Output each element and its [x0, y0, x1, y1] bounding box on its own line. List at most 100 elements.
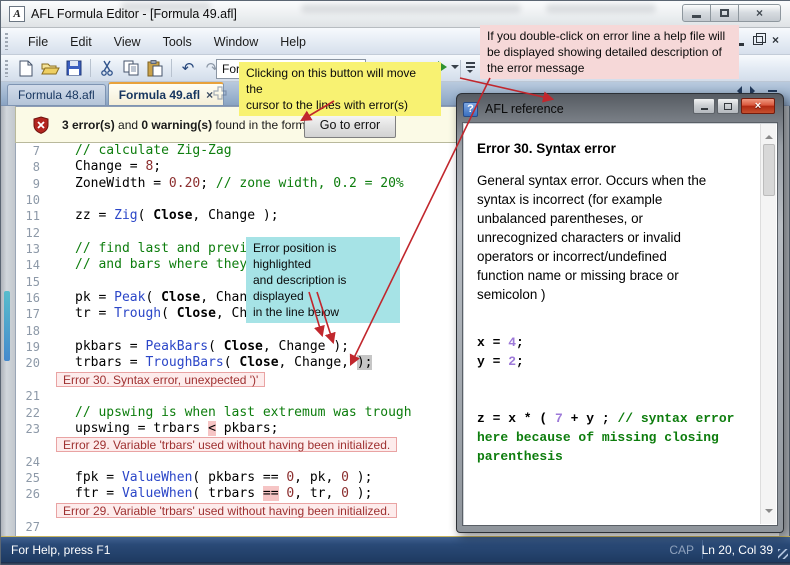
close-button[interactable]: × — [739, 4, 781, 22]
error-shield-icon — [32, 116, 50, 134]
glass-blur-decor — [301, 4, 521, 13]
title-bar: A AFL Formula Editor - [Formula 49.afl] … — [1, 1, 790, 28]
open-folder-icon — [41, 61, 60, 76]
undo-icon: ↶ — [182, 61, 195, 76]
code-text: zz = Zig( Close, Change ); — [75, 208, 279, 223]
line-number: 23 — [16, 421, 40, 437]
menu-items: FileEditViewToolsWindowHelp — [17, 28, 317, 55]
undo-button[interactable]: ↶ — [177, 58, 199, 78]
callout-double-click-help: If you double-click on error line a help… — [480, 25, 739, 79]
toolbar-grip[interactable] — [5, 33, 8, 50]
minimize-button[interactable] — [682, 4, 711, 22]
line-number: 25 — [16, 470, 40, 486]
menu-item-file[interactable]: File — [17, 35, 59, 49]
caps-lock-indicator: CAP — [669, 543, 694, 557]
line-number: 13 — [16, 241, 40, 257]
menu-item-view[interactable]: View — [103, 35, 152, 49]
cursor-position: Ln 20, Col 39 — [702, 543, 773, 557]
new-file-icon — [19, 60, 34, 77]
scroll-down-icon[interactable] — [765, 509, 773, 517]
popup-minimize-button[interactable] — [693, 98, 715, 114]
popup-close-button[interactable]: × — [741, 98, 775, 114]
minimize-icon — [701, 108, 708, 110]
line-number: 10 — [16, 192, 40, 208]
code-text: fpk = ValueWhen( pkbars == 0, pk, 0 ); — [75, 470, 372, 485]
apply-formula-button[interactable] — [438, 61, 459, 73]
inline-error-message[interactable]: Error 29. Variable 'trbars' used without… — [56, 437, 397, 452]
menu-item-help[interactable]: Help — [269, 35, 317, 49]
chevron-down-icon — [451, 65, 459, 73]
resize-grip[interactable] — [778, 549, 788, 559]
inline-error-message[interactable]: Error 30. Syntax error, unexpected ')' — [56, 372, 265, 387]
error-summary-segment: 0 warning(s) — [141, 118, 212, 132]
line-number: 17 — [16, 306, 40, 322]
maximize-icon — [724, 103, 732, 110]
mdi-restore-icon[interactable] — [753, 36, 763, 45]
error-reference-description: General syntax error. Occurs when the sy… — [477, 171, 762, 304]
toolbar-separator — [90, 59, 91, 77]
line-number: 16 — [16, 290, 40, 306]
pane-minimize-icon[interactable] — [768, 90, 777, 92]
toolbar-grip[interactable] — [5, 60, 8, 77]
code-text: // calculate Zig-Zag — [75, 143, 232, 158]
tabs: Formula 48.afl Formula 49.afl× — [7, 82, 226, 105]
line-number: 24 — [16, 454, 40, 470]
line-number: 11 — [16, 208, 40, 224]
copy-button[interactable] — [120, 58, 142, 78]
callout-go-to-error: Clicking on this button will move the cu… — [239, 62, 441, 116]
save-button[interactable] — [63, 58, 85, 78]
code-text: ZoneWidth = 0.20; // zone width, 0.2 = 2… — [75, 176, 404, 191]
save-icon — [66, 60, 82, 76]
tab-formula-49-afl[interactable]: Formula 49.afl× — [108, 82, 224, 105]
line-number: 9 — [16, 176, 40, 192]
code-text: ftr = ValueWhen( trbars == 0, tr, 0 ); — [75, 486, 372, 501]
tab-label: Formula 48.afl — [18, 88, 95, 102]
glass-blur-decor — [546, 4, 656, 13]
go-to-error-button[interactable]: Go to error — [304, 113, 396, 138]
mdi-window-controls: × — [735, 34, 779, 46]
open-file-button[interactable] — [39, 58, 61, 78]
menu-item-window[interactable]: Window — [203, 35, 269, 49]
mdi-close-icon[interactable]: × — [772, 34, 779, 46]
popup-title-bar[interactable]: ? AFL reference × — [463, 98, 777, 120]
cut-button[interactable] — [96, 58, 118, 78]
status-help-text: For Help, press F1 — [11, 543, 110, 557]
close-icon: × — [756, 7, 763, 19]
popup-scrollbar[interactable] — [760, 124, 776, 524]
window-frame-left — [1, 106, 15, 536]
new-file-button[interactable] — [15, 58, 37, 78]
popup-window-controls: × — [693, 98, 775, 114]
line-number: 27 — [16, 519, 40, 535]
menu-item-edit[interactable]: Edit — [59, 35, 103, 49]
tab-formula-48-afl[interactable]: Formula 48.afl — [7, 84, 106, 105]
maximize-icon — [720, 9, 729, 17]
window-title: AFL Formula Editor - [Formula 49.afl] — [31, 7, 237, 21]
app-icon: A — [9, 6, 25, 22]
code-text: pkbars = PeakBars( Close, Change ); — [75, 339, 349, 354]
scrollbar-thumb[interactable] — [763, 144, 775, 196]
error-reference-heading: Error 30. Syntax error — [477, 141, 616, 156]
line-number: 12 — [16, 225, 40, 241]
line-number: 22 — [16, 405, 40, 421]
minimize-icon — [692, 15, 701, 18]
copy-icon — [123, 60, 140, 77]
maximize-button[interactable] — [711, 4, 739, 22]
paste-button[interactable] — [144, 58, 166, 78]
callout-error-position: Error position is highlighted and descri… — [246, 237, 400, 323]
toolbar-separator — [171, 59, 172, 77]
menu-item-tools[interactable]: Tools — [152, 35, 203, 49]
error-summary-segment: and — [115, 118, 142, 132]
toolbar-overflow-button[interactable] — [463, 60, 477, 76]
scroll-up-icon[interactable] — [765, 131, 773, 139]
popup-maximize-button[interactable] — [717, 98, 739, 114]
line-number: 19 — [16, 339, 40, 355]
window-controls: × — [682, 4, 781, 22]
code-text: upswing = trbars < pkbars; — [75, 421, 279, 436]
code-text: Change = 8; — [75, 159, 161, 174]
code-text: trbars = TroughBars( Close, Change, ); — [75, 355, 372, 370]
help-file-icon: ? — [463, 102, 478, 117]
inline-error-message[interactable]: Error 29. Variable 'trbars' used without… — [56, 503, 397, 518]
toolbar-separator — [460, 60, 461, 78]
line-number: 20 — [16, 355, 40, 371]
popup-title: AFL reference — [485, 102, 564, 116]
